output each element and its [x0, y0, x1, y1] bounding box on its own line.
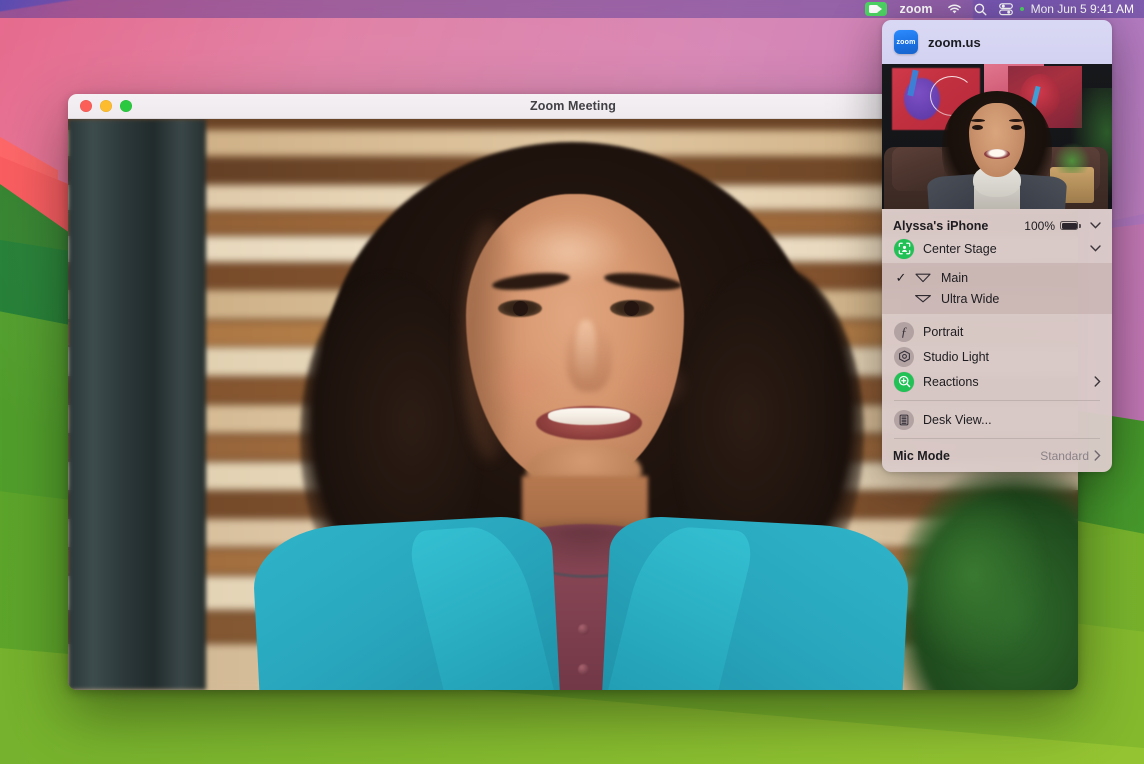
camera-preview[interactable]: [882, 64, 1112, 209]
zoom-menu-body: Alyssa's iPhone 100%: [882, 209, 1112, 472]
effect-portrait-label: Portrait: [923, 325, 1101, 339]
lens-ultrawide-label: Ultra Wide: [941, 292, 1101, 306]
device-row[interactable]: Alyssa's iPhone 100%: [882, 215, 1112, 236]
desk-view-icon: [893, 410, 915, 430]
lens-option-ultrawide[interactable]: Ultra Wide: [882, 288, 1112, 309]
effect-reactions-label: Reactions: [923, 375, 1094, 389]
green-recording-dot: [1020, 7, 1024, 11]
chevron-down-icon[interactable]: [1090, 245, 1101, 252]
lens-ultrawide-icon: [913, 293, 933, 304]
zoom-app-icon: zoom: [894, 30, 918, 54]
search-icon[interactable]: [968, 0, 993, 18]
chevron-down-icon[interactable]: [1090, 222, 1101, 229]
lens-main-icon: [913, 272, 933, 283]
chevron-right-icon[interactable]: [1094, 450, 1101, 461]
menu-divider: [894, 400, 1100, 401]
mic-mode-label: Mic Mode: [893, 449, 1040, 463]
chevron-right-icon[interactable]: [1094, 376, 1101, 387]
zoom-app-icon-label: zoom: [896, 39, 915, 46]
zoom-menu-title: zoom.us: [928, 35, 981, 50]
menubar-item-zoom[interactable]: zoom: [893, 0, 941, 18]
lens-main-label: Main: [941, 271, 1101, 285]
preview-participant: [922, 91, 1072, 209]
macos-menu-bar[interactable]: zoom Mon Jun 5 9:41 AM: [0, 0, 1144, 18]
desk-view-label: Desk View...: [923, 413, 1101, 427]
menubar-clock[interactable]: Mon Jun 5 9:41 AM: [1028, 0, 1138, 18]
device-section: Alyssa's iPhone 100%: [882, 213, 1112, 263]
device-battery-percent: 100%: [1024, 219, 1055, 233]
effect-portrait[interactable]: ƒ Portrait: [882, 319, 1112, 344]
camera-active-icon[interactable]: [859, 0, 893, 18]
control-center-icon[interactable]: [993, 0, 1019, 18]
device-name: Alyssa's iPhone: [893, 219, 1024, 233]
zoom-menubar-dropdown[interactable]: zoom zoom.us: [882, 20, 1112, 472]
dark-pillar: [68, 119, 206, 690]
lens-option-main[interactable]: ✓ Main: [882, 267, 1112, 288]
zoom-menu-header[interactable]: zoom zoom.us: [882, 20, 1112, 64]
portrait-icon-glyph: ƒ: [901, 325, 908, 338]
studio-light-icon: [893, 347, 915, 367]
effect-studio-light-label: Studio Light: [923, 350, 1101, 364]
portrait-icon: ƒ: [893, 322, 915, 342]
effect-reactions[interactable]: Reactions: [882, 369, 1112, 394]
menu-divider: [894, 438, 1100, 439]
desk-view-row[interactable]: Desk View...: [882, 407, 1112, 432]
battery-full-icon: [1060, 221, 1078, 230]
mic-mode-value: Standard: [1040, 449, 1089, 463]
desk-view-section: Desk View...: [882, 405, 1112, 434]
mic-mode-row[interactable]: Mic Mode Standard: [882, 445, 1112, 466]
plant-right-2: [898, 480, 1048, 670]
lens-section: ✓ Main Ultra Wide: [882, 263, 1112, 314]
effect-studio-light[interactable]: Studio Light: [882, 344, 1112, 369]
checkmark-icon: ✓: [893, 270, 909, 286]
meeting-participant-video: [236, 124, 916, 690]
mic-mode-section: Mic Mode Standard: [882, 443, 1112, 472]
wifi-icon[interactable]: [941, 0, 968, 18]
center-stage-row[interactable]: Center Stage: [882, 236, 1112, 261]
reactions-icon: [893, 372, 915, 392]
center-stage-icon: [893, 239, 915, 259]
center-stage-label: Center Stage: [923, 242, 1090, 256]
effects-section: ƒ Portrait Studio Light: [882, 314, 1112, 396]
